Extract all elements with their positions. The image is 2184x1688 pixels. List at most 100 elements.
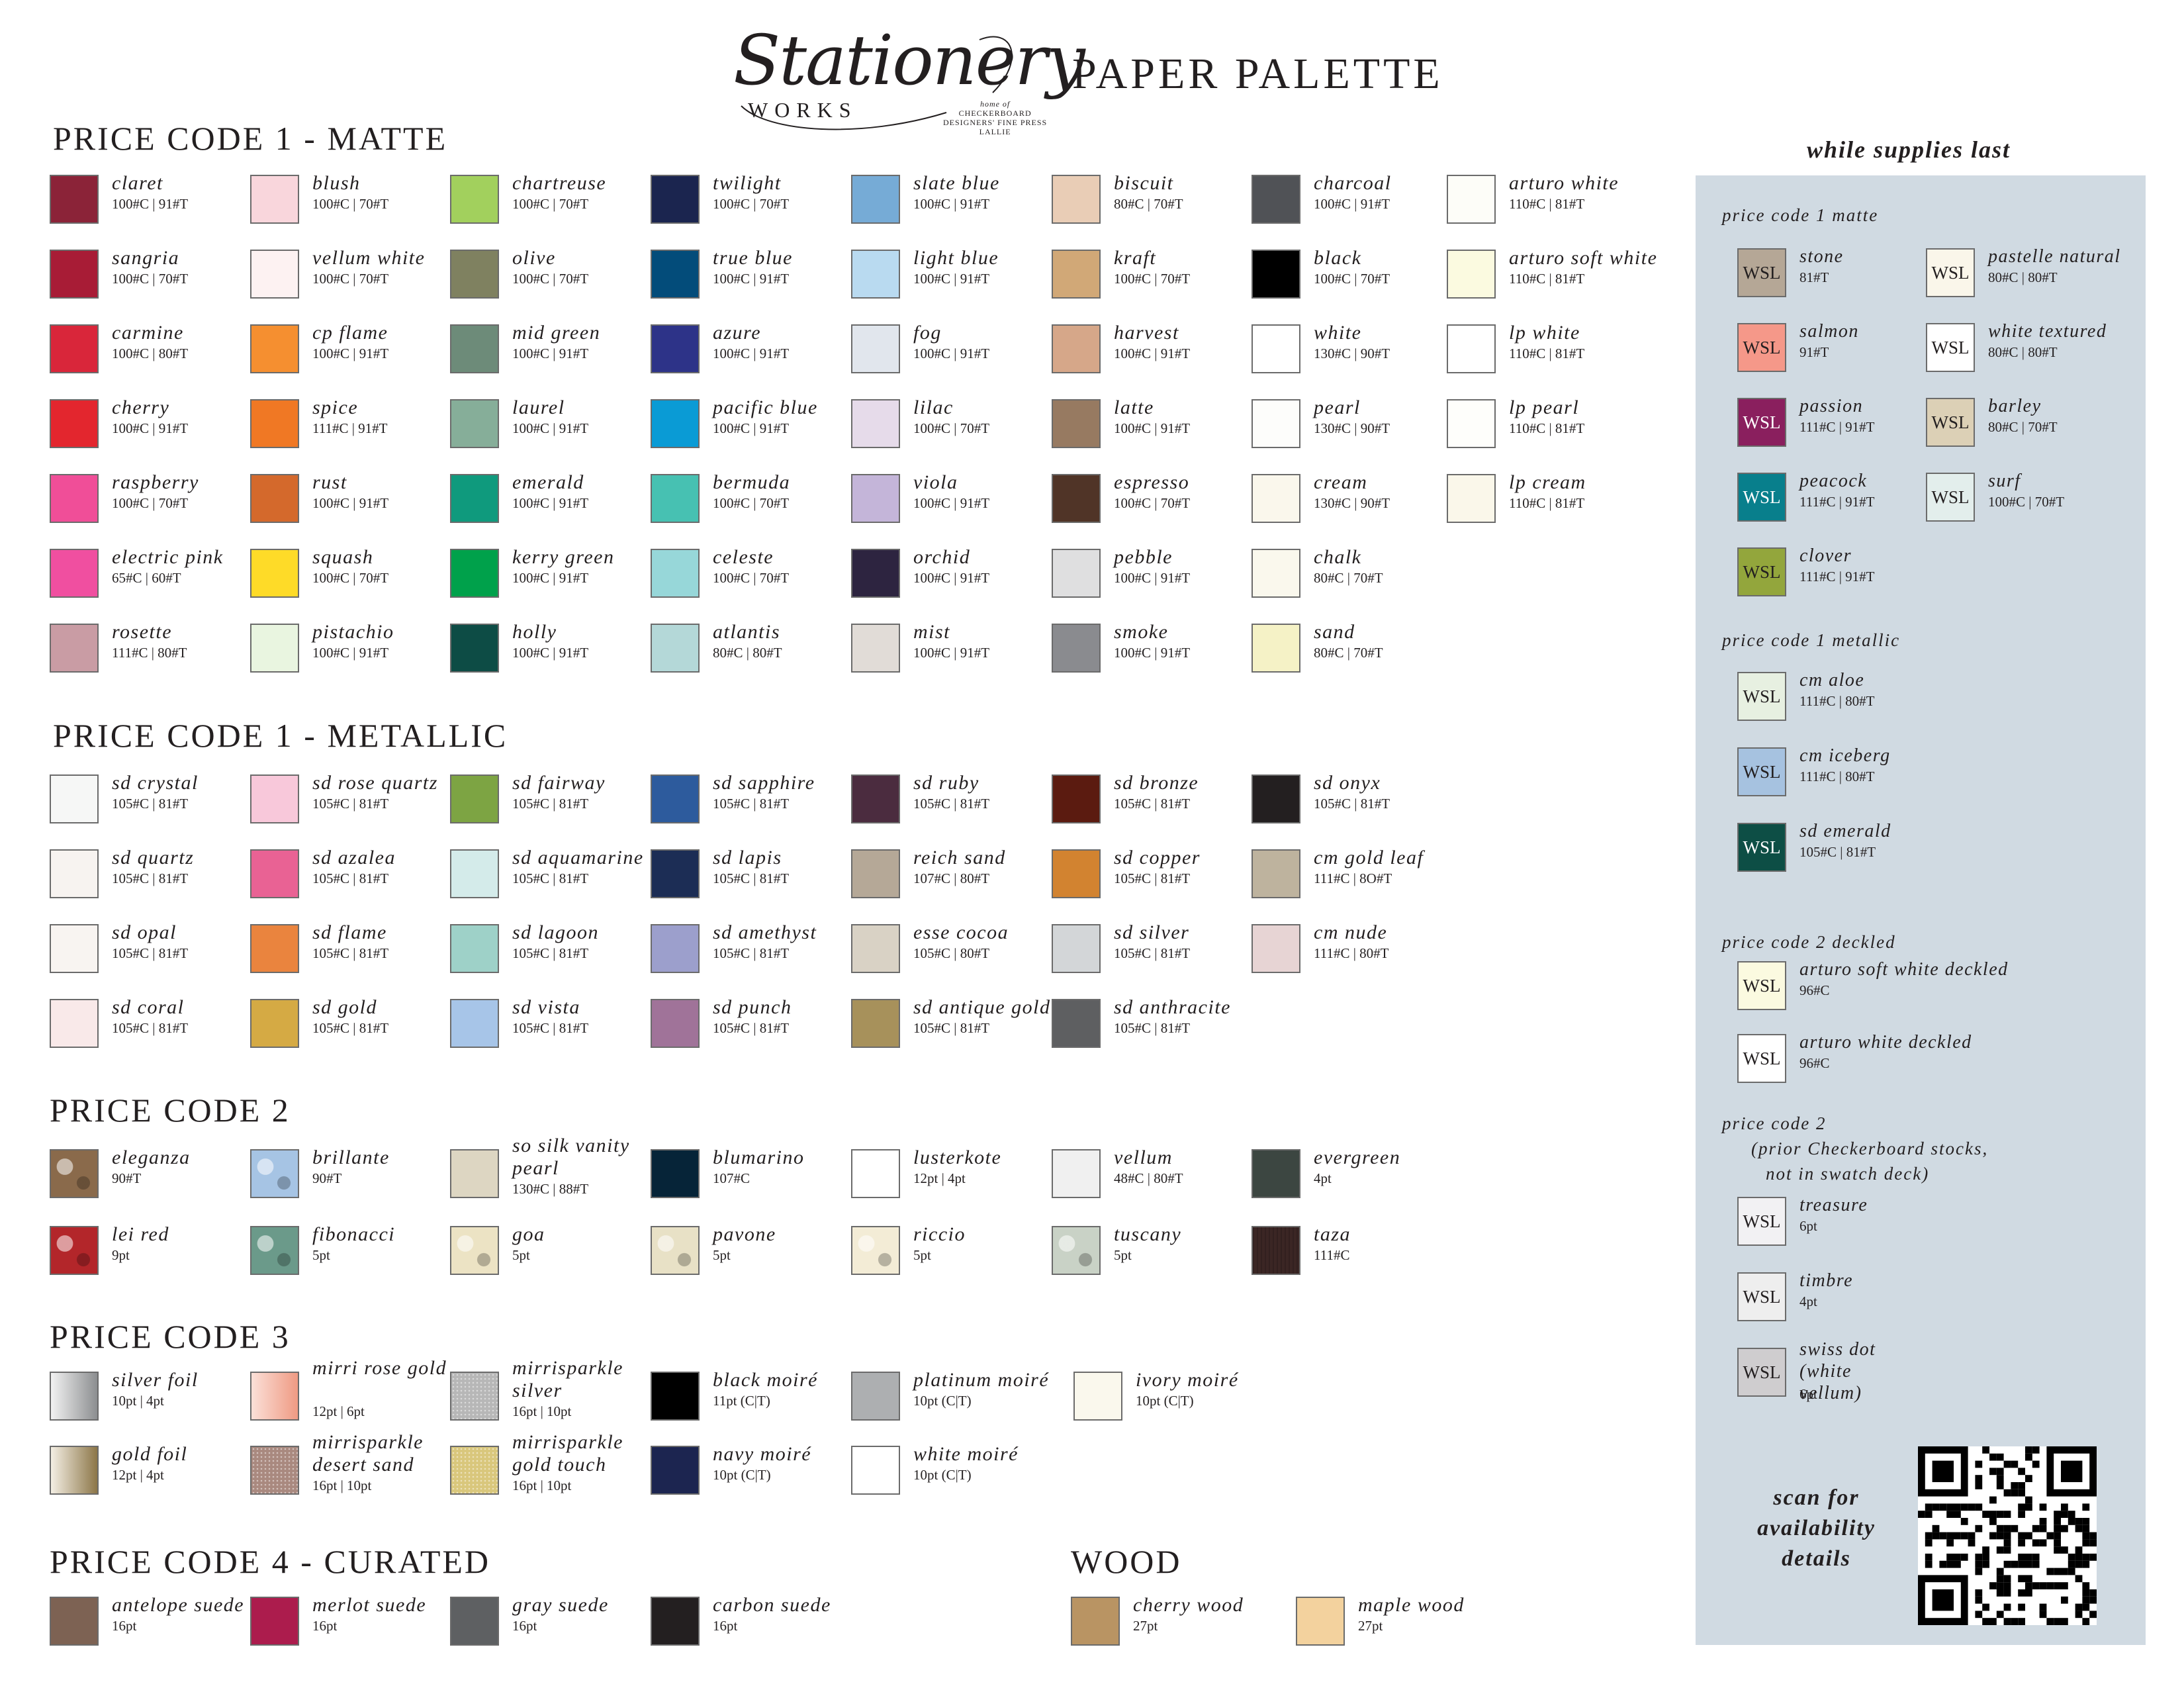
paper-swatch: kerry green 100#C | 91#T bbox=[450, 546, 649, 603]
swatch-color bbox=[1052, 474, 1101, 523]
swatch-name: chalk bbox=[1314, 546, 1362, 568]
paper-swatch: lp white 110#C | 81#T bbox=[1447, 322, 1645, 379]
swatch-name: sd bronze bbox=[1114, 772, 1199, 794]
swatch-name: platinum moiré bbox=[913, 1369, 1050, 1391]
swatch-weight: 4pt bbox=[1314, 1170, 1332, 1186]
paper-swatch: pavone 5pt bbox=[651, 1223, 849, 1280]
sidebar-heading-matte: price code 1 matte bbox=[1722, 205, 1879, 225]
swatch-color bbox=[851, 175, 900, 224]
swatch-weight: 11pt (C|T) bbox=[713, 1393, 770, 1409]
qr-module bbox=[2075, 1575, 2083, 1583]
swatch-name: antelope suede bbox=[112, 1594, 245, 1616]
wsl-swatch: WSL white textured 80#C | 80#T bbox=[1926, 321, 2124, 377]
paper-swatch: lp pearl 110#C | 81#T bbox=[1447, 397, 1645, 453]
paper-swatch: light blue 100#C | 91#T bbox=[851, 247, 1050, 304]
paper-swatch: sd silver 105#C | 81#T bbox=[1052, 921, 1250, 978]
swatch-weight: 105#C | 80#T bbox=[913, 945, 990, 961]
swatch-color bbox=[1073, 1372, 1122, 1421]
wsl-swatch-weight: 81#T bbox=[1799, 269, 1829, 285]
qr-module bbox=[1939, 1532, 1947, 1540]
swatch-weight: 100#C | 91#T bbox=[1114, 645, 1191, 661]
qr-module bbox=[2075, 1603, 2083, 1611]
swatch-color bbox=[1447, 250, 1496, 299]
qr-module bbox=[1996, 1475, 2004, 1482]
paper-swatch: sd aquamarine 105#C | 81#T bbox=[450, 847, 649, 904]
paper-swatch: platinum moiré 10pt (C|T) bbox=[851, 1369, 1050, 1426]
paper-swatch: riccio 5pt bbox=[851, 1223, 1050, 1280]
qr-module bbox=[2075, 1524, 2083, 1532]
page-title: PAPER PALETTE bbox=[1072, 50, 1443, 98]
qr-module bbox=[2061, 1618, 2068, 1625]
wsl-swatch-color: WSL bbox=[1737, 1348, 1786, 1397]
swatch-name: slate blue bbox=[913, 172, 1000, 194]
qr-module bbox=[2018, 1468, 2025, 1476]
swatch-name: cherry bbox=[112, 397, 170, 418]
swatch-weight: 111#C | 91#T bbox=[312, 420, 388, 436]
paper-swatch: ivory moiré 10pt (C|T) bbox=[1073, 1369, 1272, 1426]
swatch-color bbox=[851, 624, 900, 673]
qr-module bbox=[2082, 1582, 2090, 1589]
qr-module bbox=[1968, 1539, 1976, 1547]
paper-swatch: cp flame 100#C | 91#T bbox=[250, 322, 449, 379]
swatch-weight: 105#C | 81#T bbox=[1114, 870, 1191, 886]
swatch-name: goa bbox=[512, 1223, 545, 1245]
qr-code-icon[interactable] bbox=[1918, 1446, 2097, 1625]
paper-swatch: sd gold 105#C | 81#T bbox=[250, 996, 449, 1053]
paper-swatch: sd opal 105#C | 81#T bbox=[50, 921, 248, 978]
swatch-name: cherry wood bbox=[1133, 1594, 1244, 1616]
swatch-color bbox=[250, 474, 299, 523]
wsl-swatch-weight: 105#C | 81#T bbox=[1799, 844, 1876, 860]
sidebar-heading-metallic: price code 1 metallic bbox=[1722, 630, 1901, 650]
paper-swatch: atlantis 80#C | 80#T bbox=[651, 621, 849, 678]
swatch-weight: 105#C | 81#T bbox=[713, 796, 790, 812]
qr-module bbox=[2025, 1560, 2032, 1568]
swatch-name: mirri rose gold bbox=[312, 1357, 447, 1379]
qr-module bbox=[1996, 1511, 2004, 1518]
swatch-name: smoke bbox=[1114, 621, 1169, 643]
swatch-weight: 48#C | 80#T bbox=[1114, 1170, 1183, 1186]
paper-swatch: chalk 80#C | 70#T bbox=[1251, 546, 1450, 603]
paper-swatch: navy moiré 10pt (C|T) bbox=[651, 1443, 849, 1500]
wsl-swatch-color: WSL bbox=[1737, 961, 1786, 1010]
paper-swatch: pistachio 100#C | 91#T bbox=[250, 621, 449, 678]
swatch-weight: 100#C | 70#T bbox=[312, 196, 389, 212]
qr-module bbox=[2061, 1568, 2068, 1575]
qr-module bbox=[1925, 1560, 1933, 1568]
swatch-weight: 100#C | 70#T bbox=[713, 196, 790, 212]
swatch-name: sd gold bbox=[312, 996, 378, 1018]
swatch-color bbox=[450, 774, 499, 823]
swatch-color bbox=[50, 1226, 99, 1275]
swatch-name: viola bbox=[913, 471, 958, 493]
swatch-weight: 105#C | 81#T bbox=[512, 945, 589, 961]
swatch-name: sand bbox=[1314, 621, 1355, 643]
qr-module bbox=[2032, 1560, 2040, 1568]
swatch-color bbox=[651, 1597, 700, 1646]
section-title-code4: PRICE CODE 4 - CURATED bbox=[50, 1543, 491, 1580]
qr-module bbox=[2025, 1453, 2032, 1461]
qr-module bbox=[2003, 1582, 2011, 1589]
paper-swatch: sd flame 105#C | 81#T bbox=[250, 921, 449, 978]
swatch-weight: 100#C | 91#T bbox=[312, 346, 389, 361]
swatch-name: sangria bbox=[112, 247, 180, 269]
wsl-swatch: WSL surf 100#C | 70#T bbox=[1926, 471, 2124, 527]
qr-module bbox=[1996, 1468, 2004, 1476]
qr-module bbox=[1960, 1518, 1968, 1525]
swatch-name: sd opal bbox=[112, 921, 177, 943]
qr-module bbox=[2018, 1503, 2025, 1511]
swatch-name: lp cream bbox=[1509, 471, 1586, 493]
paper-swatch: gold foil 12pt | 4pt bbox=[50, 1443, 248, 1500]
swatch-color bbox=[1251, 474, 1300, 523]
qr-module bbox=[1946, 1554, 1954, 1561]
swatch-color bbox=[50, 849, 99, 898]
swatch-name: chartreuse bbox=[512, 172, 607, 194]
paper-swatch: harvest 100#C | 91#T bbox=[1052, 322, 1250, 379]
qr-module bbox=[1939, 1503, 1947, 1511]
qr-module bbox=[2039, 1524, 2047, 1532]
qr-module bbox=[2089, 1589, 2097, 1597]
swatch-weight: 16pt bbox=[713, 1618, 738, 1634]
swatch-weight: 100#C | 91#T bbox=[512, 346, 589, 361]
swatch-name: spice bbox=[312, 397, 359, 418]
qr-module bbox=[1996, 1524, 2004, 1532]
swatch-name: esse cocoa bbox=[913, 921, 1009, 943]
swatch-name: sd lapis bbox=[713, 847, 782, 868]
